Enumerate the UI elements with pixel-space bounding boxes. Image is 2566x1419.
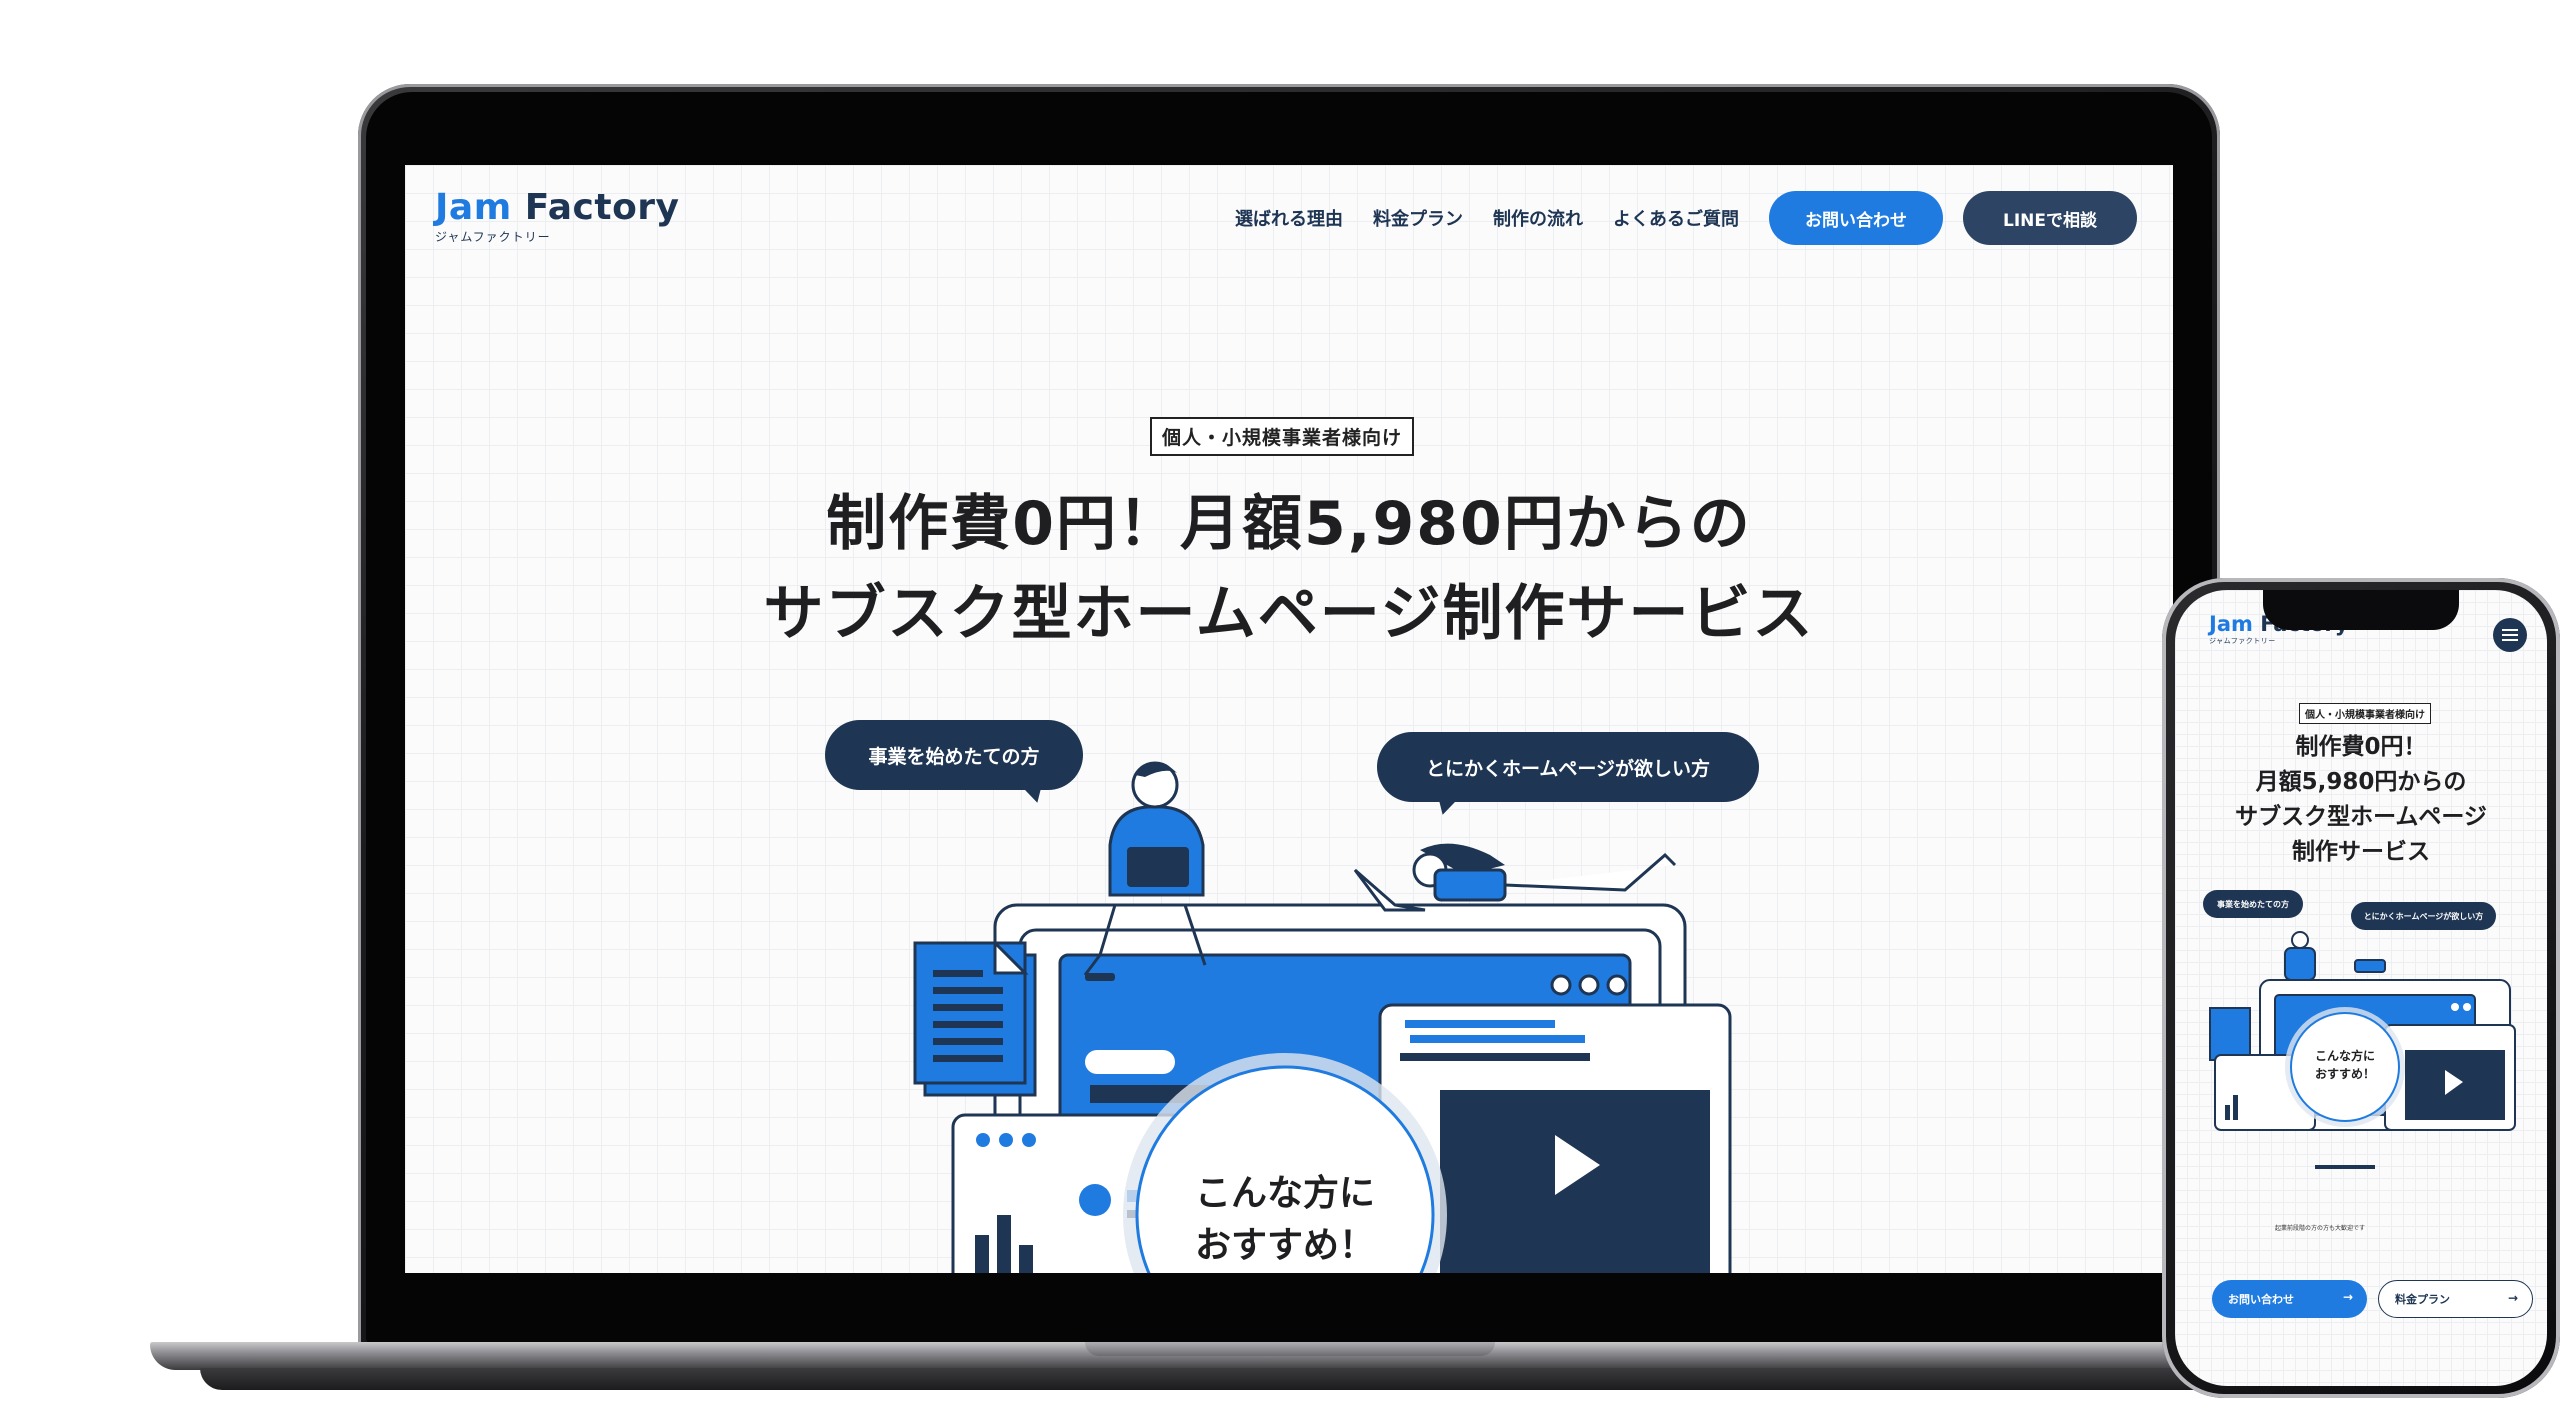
- arrow-right-icon: →: [2342, 1290, 2353, 1304]
- mobile-logo-jam: Jam: [2209, 612, 2253, 636]
- mobile-contact-label: お問い合わせ: [2228, 1293, 2294, 1306]
- main-nav: 選ばれる理由 料金プラン 制作の流れ よくあるご質問 お問い合わせ LINEで相…: [1235, 191, 2137, 245]
- mobile-headline-line4: 制作サービス: [2292, 839, 2430, 865]
- nav-link-reasons[interactable]: 選ばれる理由: [1235, 205, 1343, 231]
- mobile-screen: Jam Factory ジャムファクトリー 個人・小規模事業者様向け 制作費0円…: [2175, 590, 2547, 1386]
- logo-jam: Jam: [435, 187, 512, 228]
- phone-notch: [2263, 590, 2459, 630]
- mobile-circle-text-line1: こんな方に: [2315, 1048, 2375, 1063]
- nav-link-pricing[interactable]: 料金プラン: [1373, 205, 1463, 231]
- laptop-base-shadow: [200, 1368, 2260, 1390]
- hero-headline-line2: サブスク型ホームページ制作サービス: [763, 579, 1815, 649]
- nav-link-faq[interactable]: よくあるご質問: [1613, 205, 1739, 231]
- contact-button[interactable]: お問い合わせ: [1769, 191, 1943, 245]
- mobile-headline-line3: サブスク型ホームページ: [2235, 804, 2487, 830]
- nav-link-flow[interactable]: 制作の流れ: [1493, 205, 1583, 231]
- mobile-speech-bubble-want-website: とにかくホームページが欲しい方: [2351, 902, 2496, 930]
- speech-bubble-want-website: とにかくホームページが欲しい方: [1377, 732, 1759, 802]
- speech-bubble-new-business: 事業を始めたての方: [825, 720, 1083, 790]
- laptop-hinge-notch: [1085, 1342, 1495, 1356]
- target-tag: 個人・小規模事業者様向け: [1150, 417, 1415, 456]
- mobile-pricing-button[interactable]: 料金プラン →: [2378, 1280, 2533, 1318]
- mobile-speech-bubble-new-business: 事業を始めたての方: [2203, 890, 2303, 918]
- mobile-hero-illustration: こんな方に おすすめ！: [2209, 931, 2516, 1169]
- hamburger-menu-icon[interactable]: [2493, 618, 2527, 652]
- logo-subtitle: ジャムファクトリー: [435, 230, 551, 244]
- mobile-headline-line1: 制作費0円！: [2295, 734, 2427, 760]
- hero-illustration: こんな方に おすすめ！: [913, 761, 1732, 1273]
- arrow-right-icon: →: [2507, 1291, 2518, 1305]
- mobile-logo-subtitle: ジャムファクトリー: [2209, 637, 2276, 645]
- mobile-circle-text-line2: おすすめ！: [2315, 1067, 2375, 1081]
- mobile-contact-button[interactable]: お問い合わせ →: [2212, 1280, 2367, 1318]
- mobile-target-tag: 個人・小規模事業者様向け: [2299, 703, 2431, 724]
- desktop-screen: Jam Factory ジャムファクトリー 選ばれる理由 料金プラン 制作の流れ…: [405, 165, 2173, 1273]
- hero-headline-line1: 制作費0円！月額5,980円からの: [826, 489, 1752, 559]
- mobile-headline-line2: 月額5,980円からの: [2255, 769, 2467, 795]
- mobile-pricing-label: 料金プラン: [2395, 1293, 2450, 1306]
- site-logo[interactable]: Jam Factory ジャムファクトリー: [435, 187, 680, 245]
- line-consult-button[interactable]: LINEで相談: [1963, 191, 2137, 245]
- logo-factory: Factory: [524, 187, 680, 228]
- circle-text-line2: おすすめ！: [1195, 1225, 1375, 1266]
- circle-text-line1: こんな方に: [1195, 1173, 1375, 1214]
- mobile-note: 起業前段階の方の方も大歓迎です: [2275, 1225, 2366, 1232]
